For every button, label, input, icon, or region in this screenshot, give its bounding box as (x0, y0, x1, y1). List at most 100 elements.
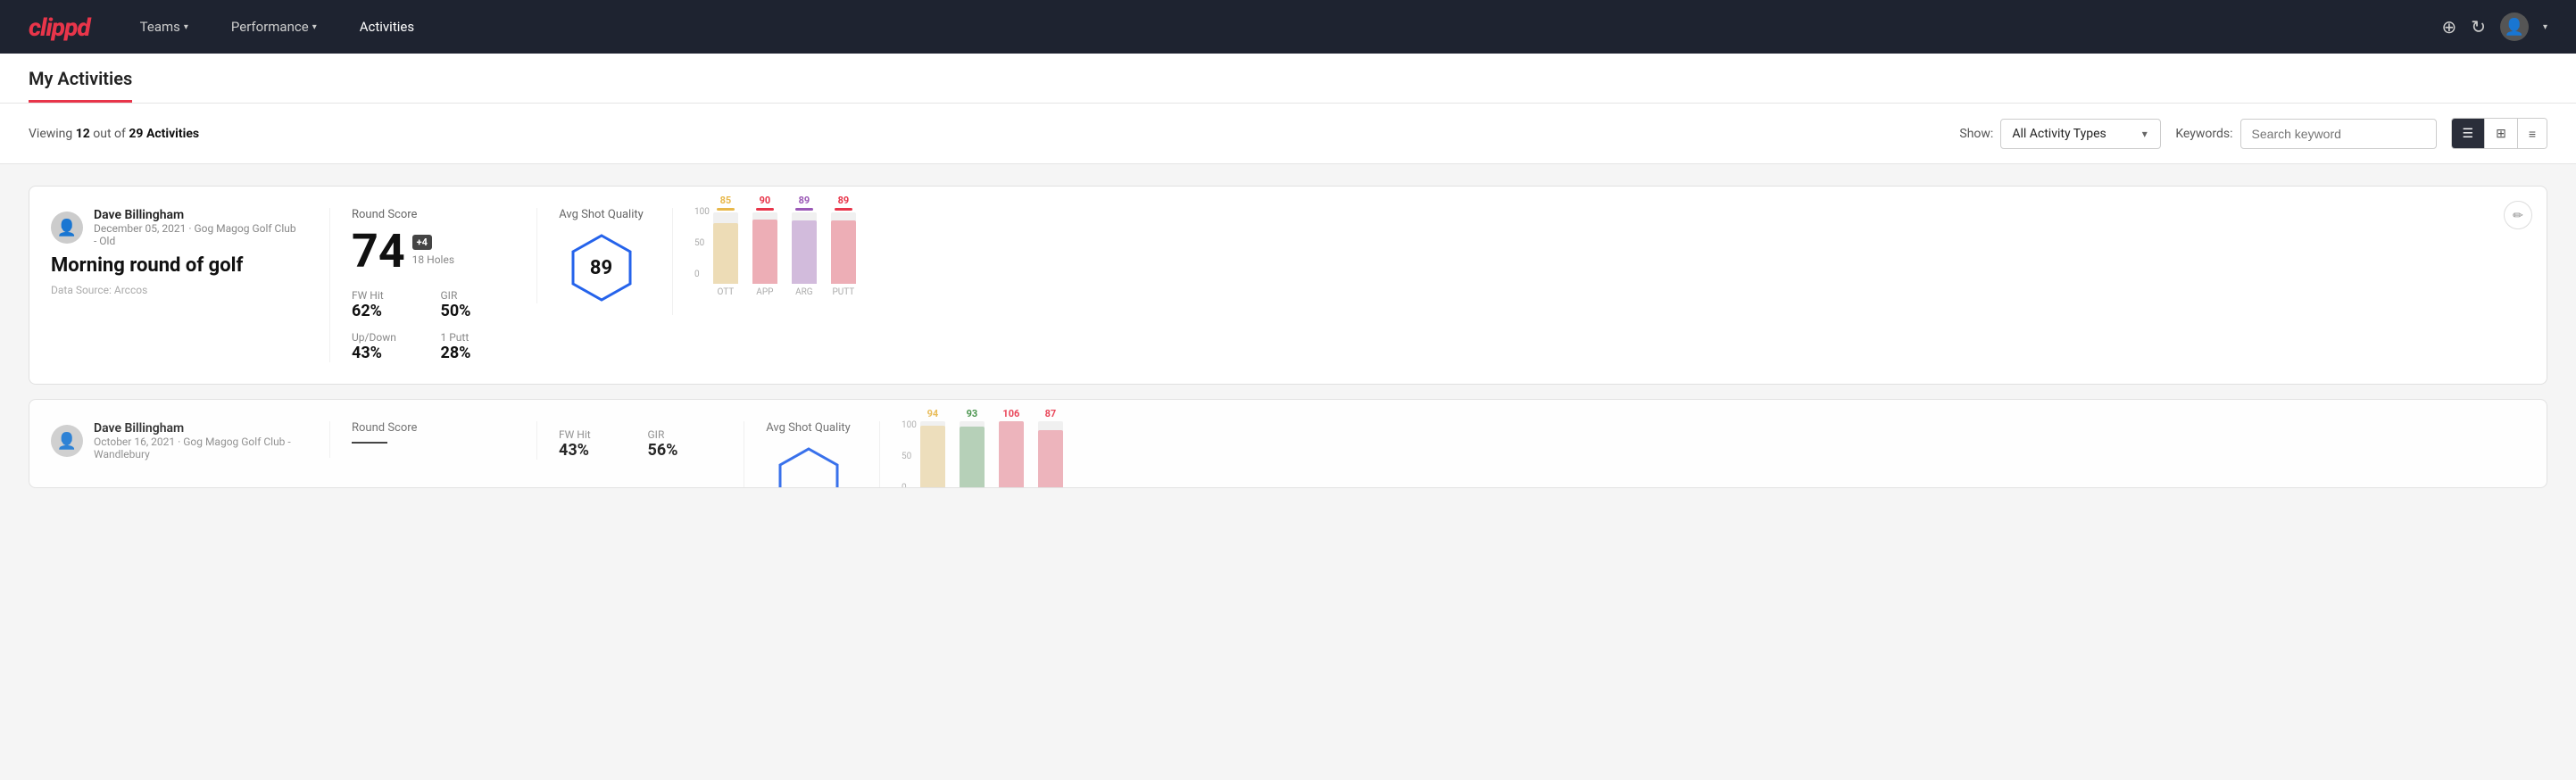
activity-title: Morning round of golf (51, 254, 301, 277)
user-row: 👤 Dave Billingham December 05, 2021 · Go… (51, 208, 301, 247)
one-putt-stat: 1 Putt 28% (441, 331, 509, 362)
y-label2-50: 50 (902, 452, 917, 461)
bar-fill-app (752, 220, 777, 284)
bar-wrapper-app-2 (960, 421, 985, 488)
hexagon-svg-2 (773, 445, 844, 488)
round-score-row-2 (352, 442, 508, 444)
view-list-compact-button[interactable]: ☰ (2452, 119, 2486, 148)
round-score-row: 74 +4 18 Holes (352, 228, 508, 275)
keyword-input[interactable] (2240, 119, 2437, 149)
bar-wrapper-putt-2 (1038, 421, 1063, 488)
hex-value: 89 (590, 257, 612, 279)
bar-wrapper-arg-2 (999, 421, 1024, 488)
card-left-2: 👤 Dave Billingham October 16, 2021 · Gog… (51, 421, 301, 468)
updown-stat: Up/Down 43% (352, 331, 420, 362)
quality-label: Avg Shot Quality (559, 208, 644, 221)
bar-group-ott: 85 OTT (713, 195, 738, 297)
round-score-label-2: Round Score (352, 421, 508, 435)
refresh-icon[interactable]: ↻ (2471, 16, 2486, 37)
card-stats: Round Score 74 +4 18 Holes FW Hit 62% GI… (329, 208, 508, 362)
bar-wrapper-app (752, 212, 777, 284)
nav-teams-chevron: ▾ (184, 22, 188, 32)
bar-indicator-app (756, 208, 774, 211)
quality-label-2: Avg Shot Quality (766, 421, 851, 435)
page-header: My Activities (0, 54, 2576, 104)
show-filter-group: Show: All Activity Types ▾ (1959, 119, 2161, 149)
nav-activities[interactable]: Activities (353, 15, 421, 38)
bar-group-putt: 89 PUTT (831, 195, 856, 297)
gir-stat-2: GIR 56% (648, 428, 716, 460)
stat-grid: FW Hit 62% GIR 50% Up/Down 43% 1 Putt 28… (352, 289, 508, 362)
activity-type-select[interactable]: All Activity Types ▾ (2000, 119, 2161, 149)
bar-value-putt: 89 (838, 195, 850, 206)
avg-shot-quality-2: Avg Shot Quality (744, 421, 851, 488)
keywords-filter-group: Keywords: (2175, 119, 2436, 149)
bar-group-app-2: 93 (960, 408, 985, 488)
score-badge: +4 (412, 235, 432, 250)
edit-icon: ✏ (2513, 208, 2523, 223)
user-name: Dave Billingham (94, 208, 301, 222)
bar-fill-putt (831, 220, 856, 284)
bar-value-app-2: 93 (967, 408, 978, 419)
bar-value-arg: 89 (799, 195, 810, 206)
data-source: Data Source: Arccos (51, 284, 301, 296)
user-date: December 05, 2021 · Gog Magog Golf Club … (94, 222, 301, 247)
bar-fill-ott-2 (920, 426, 945, 488)
show-label: Show: (1959, 127, 1993, 141)
bar-value-arg-2: 106 (1002, 408, 1019, 419)
hexagon-container: 89 (566, 232, 637, 303)
list-compact-icon: ☰ (2463, 126, 2474, 141)
nav-icons: ⊕ ↻ 👤 ▾ (2441, 12, 2547, 41)
activity-card-2: 👤 Dave Billingham October 16, 2021 · Gog… (29, 399, 2547, 488)
y-label-50: 50 (694, 239, 710, 248)
bar-wrapper-arg (792, 212, 817, 284)
round-score-label: Round Score (352, 208, 508, 221)
nav-performance[interactable]: Performance ▾ (224, 15, 324, 38)
bar-group-ott-2: 94 (920, 408, 945, 488)
activity-type-chevron: ▾ (2142, 128, 2148, 140)
viewing-count: 12 (76, 127, 90, 141)
user-avatar: 👤 (51, 212, 83, 244)
bar-group-app: 90 APP (752, 195, 777, 297)
updown-label: Up/Down (352, 331, 420, 344)
view-list-button[interactable]: ≡ (2518, 119, 2547, 148)
y-label2-100: 100 (902, 421, 917, 430)
bar-value-ott: 85 (720, 195, 732, 206)
avatar-person-icon-2: 👤 (57, 432, 77, 451)
gir-label: GIR (441, 289, 509, 302)
nav-performance-label: Performance (231, 19, 309, 35)
nav-teams-label: Teams (140, 19, 180, 35)
nav-teams[interactable]: Teams ▾ (133, 15, 195, 38)
bar-indicator-putt (835, 208, 852, 211)
gir-value-2: 56% (648, 441, 716, 460)
score-value-2 (352, 442, 387, 444)
one-putt-label: 1 Putt (441, 331, 509, 344)
gir-label-2: GIR (648, 428, 716, 441)
user-avatar[interactable]: 👤 (2500, 12, 2529, 41)
bar-fill-arg-2 (999, 421, 1024, 488)
logo[interactable]: clippd (29, 12, 90, 42)
user-info: Dave Billingham December 05, 2021 · Gog … (94, 208, 301, 247)
activity-type-value: All Activity Types (2012, 127, 2106, 141)
add-icon[interactable]: ⊕ (2441, 16, 2456, 37)
gir-stat: GIR 50% (441, 289, 509, 320)
view-grid-button[interactable]: ⊞ (2485, 119, 2518, 148)
bar-fill-arg (792, 220, 817, 284)
score-meta: +4 18 Holes (412, 235, 454, 270)
card-left: 👤 Dave Billingham December 05, 2021 · Go… (51, 208, 301, 296)
fwhit-label2: FW Hit (559, 428, 627, 441)
keywords-label: Keywords: (2175, 127, 2232, 141)
user-avatar-2: 👤 (51, 425, 83, 457)
bar-fill-putt-2 (1038, 430, 1063, 488)
updown-value: 43% (352, 344, 420, 362)
bar-value-app: 90 (760, 195, 771, 206)
fwhit-value: 62% (352, 302, 420, 320)
bar-label-arg: ARG (795, 287, 813, 297)
list-icon: ≡ (2529, 127, 2536, 141)
viewing-total: 29 (129, 127, 143, 141)
bar-group-putt-2: 87 (1038, 408, 1063, 488)
fwhit-label: FW Hit (352, 289, 420, 302)
user-menu-chevron[interactable]: ▾ (2543, 22, 2547, 32)
edit-button[interactable]: ✏ (2504, 201, 2532, 229)
page-title: My Activities (29, 68, 132, 103)
